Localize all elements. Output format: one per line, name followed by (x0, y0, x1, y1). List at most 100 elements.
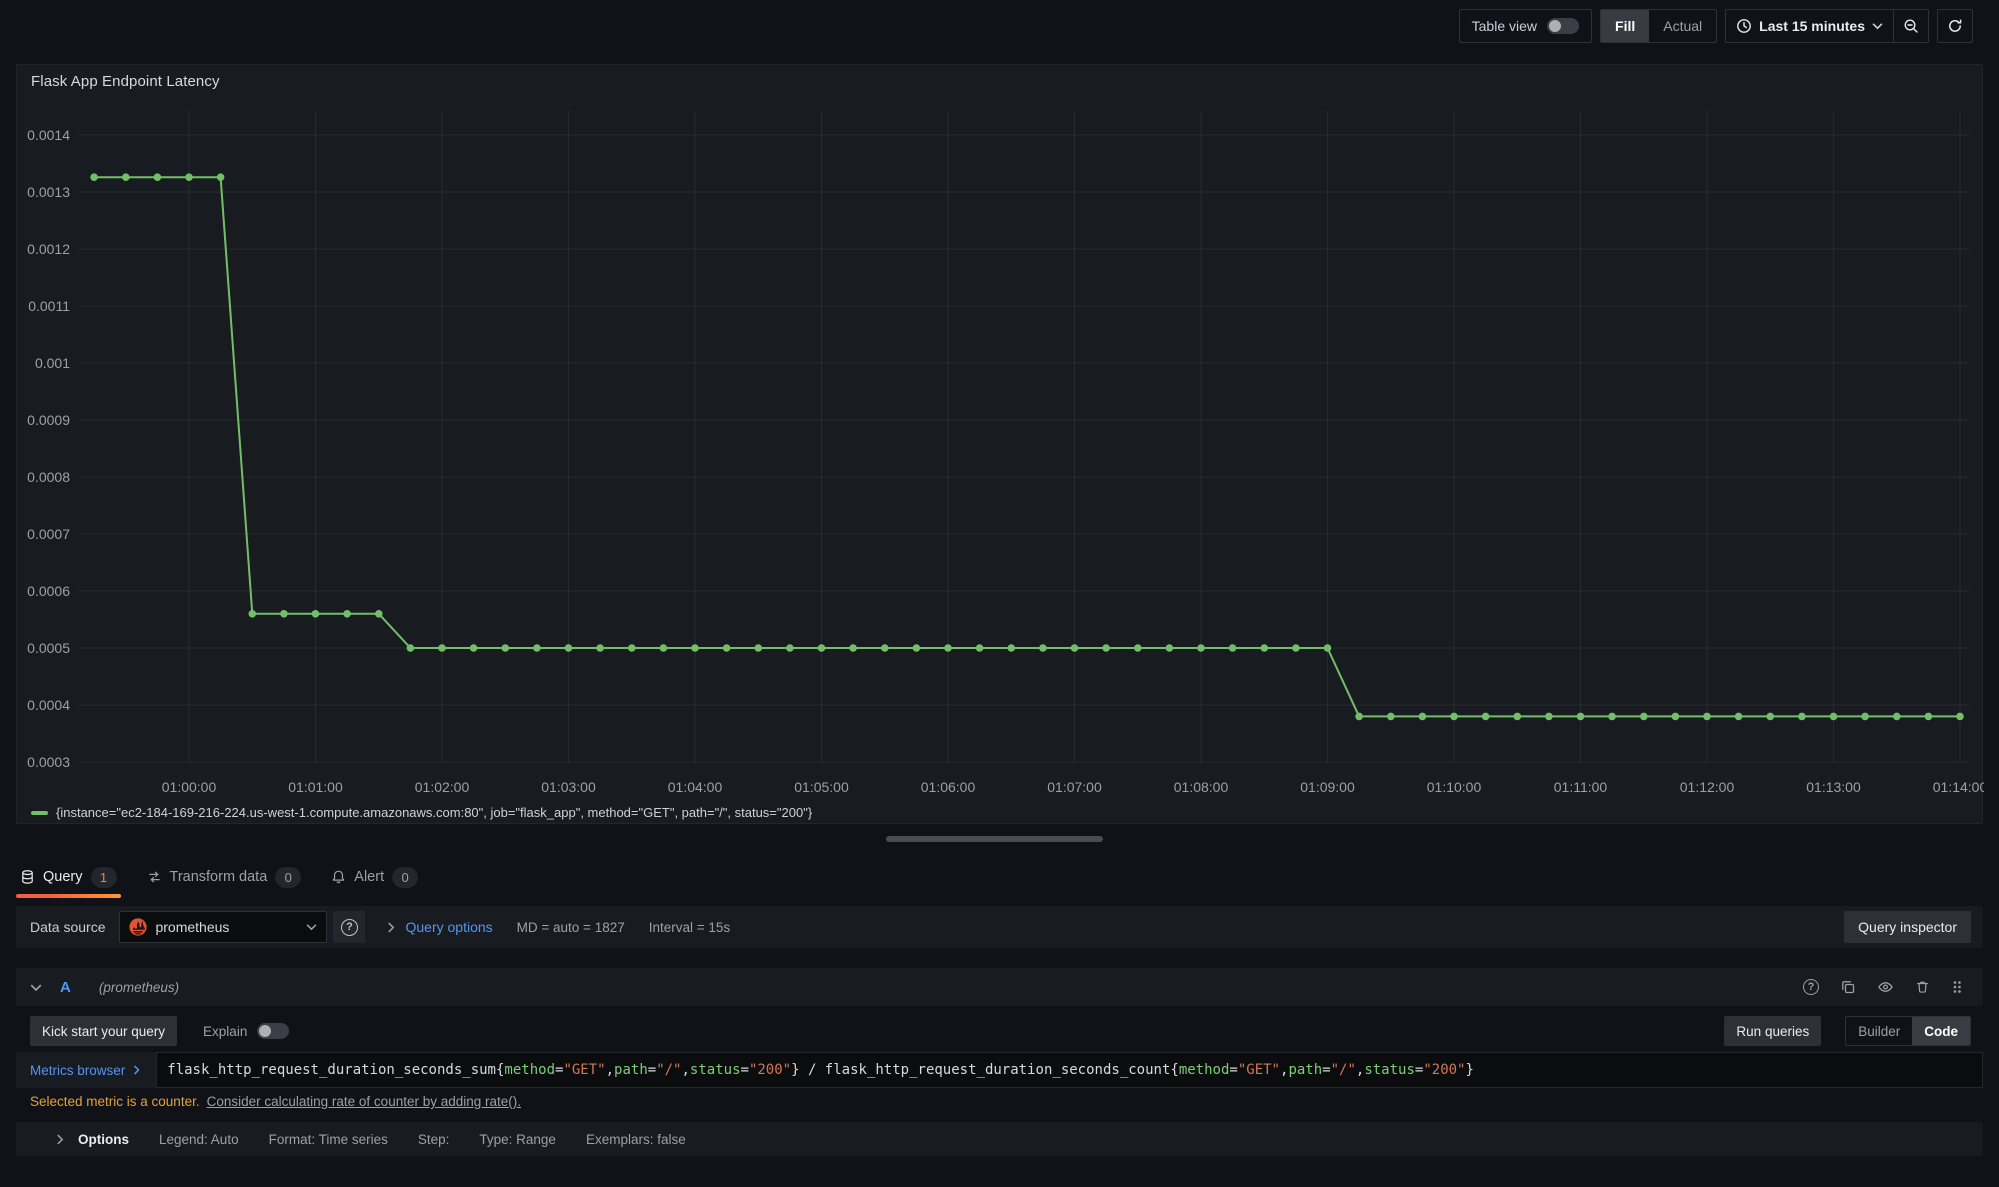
svg-text:0.0006: 0.0006 (27, 583, 70, 599)
promql-editor-row: Metrics browser flask_http_request_durat… (16, 1052, 1983, 1088)
grip-dots-icon (1951, 979, 1963, 995)
metrics-browser-label: Metrics browser (30, 1063, 125, 1078)
svg-text:0.0012: 0.0012 (27, 241, 70, 257)
table-view-toggle[interactable] (1547, 18, 1579, 34)
counter-warning: Selected metric is a counter. Consider c… (30, 1094, 521, 1109)
toggle-visibility-button[interactable] (1877, 979, 1894, 995)
fill-option[interactable]: Fill (1601, 10, 1649, 42)
time-range-picker[interactable]: Last 15 minutes (1726, 10, 1893, 42)
option-format: Format: Time series (269, 1132, 388, 1147)
svg-text:01:06:00: 01:06:00 (921, 779, 976, 795)
timeseries-chart[interactable]: 01:00:0001:01:0001:02:0001:03:0001:04:00… (17, 93, 1984, 803)
option-exemplars: Exemplars: false (586, 1132, 686, 1147)
transform-icon (147, 869, 162, 885)
svg-text:01:11:00: 01:11:00 (1554, 779, 1608, 795)
transform-count-badge: 0 (275, 867, 301, 888)
legend-item[interactable]: {instance="ec2-184-169-216-224.us-west-1… (31, 805, 812, 820)
timeseries-panel: Flask App Endpoint Latency 01:00:0001:01… (16, 64, 1983, 824)
chevron-down-icon (1872, 22, 1883, 30)
svg-text:0.0005: 0.0005 (27, 640, 70, 656)
tab-label: Query (43, 869, 83, 885)
table-view-control: Table view (1459, 9, 1592, 43)
metrics-browser-toggle[interactable]: Metrics browser (16, 1052, 156, 1088)
svg-text:01:13:00: 01:13:00 (1806, 779, 1861, 795)
svg-text:0.001: 0.001 (35, 355, 70, 371)
help-icon: ? (341, 919, 358, 936)
copy-icon (1840, 979, 1856, 995)
eye-icon (1877, 979, 1894, 995)
query-row-actions: ? (1803, 979, 1963, 995)
query-count-badge: 1 (91, 867, 117, 888)
svg-text:01:07:00: 01:07:00 (1047, 779, 1102, 795)
query-ref-id[interactable]: A (60, 979, 71, 996)
zoom-out-icon (1903, 18, 1919, 34)
bell-icon (331, 869, 346, 885)
query-options-toggle[interactable]: Query options (387, 919, 492, 935)
explain-toggle[interactable] (257, 1023, 289, 1039)
zoom-out-button[interactable] (1894, 10, 1928, 42)
svg-text:0.0009: 0.0009 (27, 412, 70, 428)
duplicate-query-button[interactable] (1840, 979, 1856, 995)
chevron-down-icon (306, 923, 317, 931)
option-type: Type: Range (479, 1132, 556, 1147)
svg-text:0.0014: 0.0014 (27, 127, 70, 143)
svg-text:0.0004: 0.0004 (27, 697, 70, 713)
drag-handle[interactable] (1951, 979, 1963, 995)
chevron-right-icon (387, 922, 395, 933)
clock-icon (1736, 18, 1752, 34)
toggle-knob (259, 1025, 271, 1037)
svg-text:0.0011: 0.0011 (28, 298, 70, 314)
warning-text: Selected metric is a counter. (30, 1094, 200, 1109)
active-tab-underline (16, 894, 121, 898)
tab-transform-data[interactable]: Transform data 0 (147, 856, 302, 898)
legend-series-swatch (31, 811, 48, 815)
tab-label: Transform data (170, 869, 268, 885)
refresh-icon (1947, 18, 1963, 34)
help-icon: ? (1803, 979, 1819, 995)
svg-text:01:08:00: 01:08:00 (1174, 779, 1229, 795)
query-options-collapsed-row[interactable]: Options Legend: Auto Format: Time series… (16, 1122, 1983, 1156)
fill-actual-group: Fill Actual (1600, 9, 1717, 43)
svg-text:01:03:00: 01:03:00 (541, 779, 596, 795)
time-picker-group: Last 15 minutes (1725, 9, 1929, 43)
query-datasource-hint: (prometheus) (99, 980, 179, 995)
refresh-group (1937, 9, 1973, 43)
run-queries-button[interactable]: Run queries (1724, 1016, 1821, 1046)
query-inspector-button[interactable]: Query inspector (1844, 911, 1971, 943)
svg-text:01:14:00: 01:14:00 (1933, 779, 1984, 795)
toggle-knob (1549, 20, 1561, 32)
datasource-picker[interactable]: prometheus (119, 911, 327, 943)
promql-expression-input[interactable]: flask_http_request_duration_seconds_sum{… (156, 1052, 1983, 1088)
chevron-right-icon (133, 1065, 140, 1075)
refresh-button[interactable] (1938, 10, 1972, 42)
svg-text:01:04:00: 01:04:00 (668, 779, 723, 795)
option-step: Step: (418, 1132, 450, 1147)
legend-series-label: {instance="ec2-184-169-216-224.us-west-1… (56, 805, 812, 820)
query-row-header[interactable]: A (prometheus) ? (16, 968, 1983, 1006)
svg-text:01:02:00: 01:02:00 (415, 779, 470, 795)
horizontal-scrollbar-thumb[interactable] (886, 836, 1103, 842)
builder-code-group: Builder Code (1845, 1016, 1971, 1046)
actual-option[interactable]: Actual (1649, 10, 1716, 42)
svg-text:0.0008: 0.0008 (27, 469, 70, 485)
add-rate-link[interactable]: Consider calculating rate of counter by … (207, 1094, 521, 1109)
grafana-panel-editor: Table view Fill Actual Last 15 minutes (0, 0, 1999, 1187)
prometheus-logo-icon (129, 918, 147, 936)
svg-text:01:10:00: 01:10:00 (1427, 779, 1482, 795)
code-mode-option[interactable]: Code (1912, 1017, 1970, 1045)
delete-query-button[interactable] (1915, 979, 1930, 995)
kickstart-query-button[interactable]: Kick start your query (30, 1016, 177, 1046)
datasource-help-button[interactable]: ? (333, 911, 365, 943)
collapse-chevron-icon[interactable] (30, 983, 42, 992)
svg-text:01:05:00: 01:05:00 (794, 779, 849, 795)
interval-value: Interval = 15s (649, 920, 730, 935)
tab-query[interactable]: Query 1 (20, 856, 117, 898)
query-help-button[interactable]: ? (1803, 979, 1819, 995)
panel-toolbar: Table view Fill Actual Last 15 minutes (1459, 9, 1973, 43)
max-data-points-value: MD = auto = 1827 (517, 920, 625, 935)
chevron-right-icon (56, 1134, 64, 1145)
tab-alert[interactable]: Alert 0 (331, 856, 418, 898)
database-icon (20, 869, 35, 885)
query-options-label: Query options (405, 919, 492, 935)
builder-mode-option[interactable]: Builder (1846, 1017, 1912, 1045)
